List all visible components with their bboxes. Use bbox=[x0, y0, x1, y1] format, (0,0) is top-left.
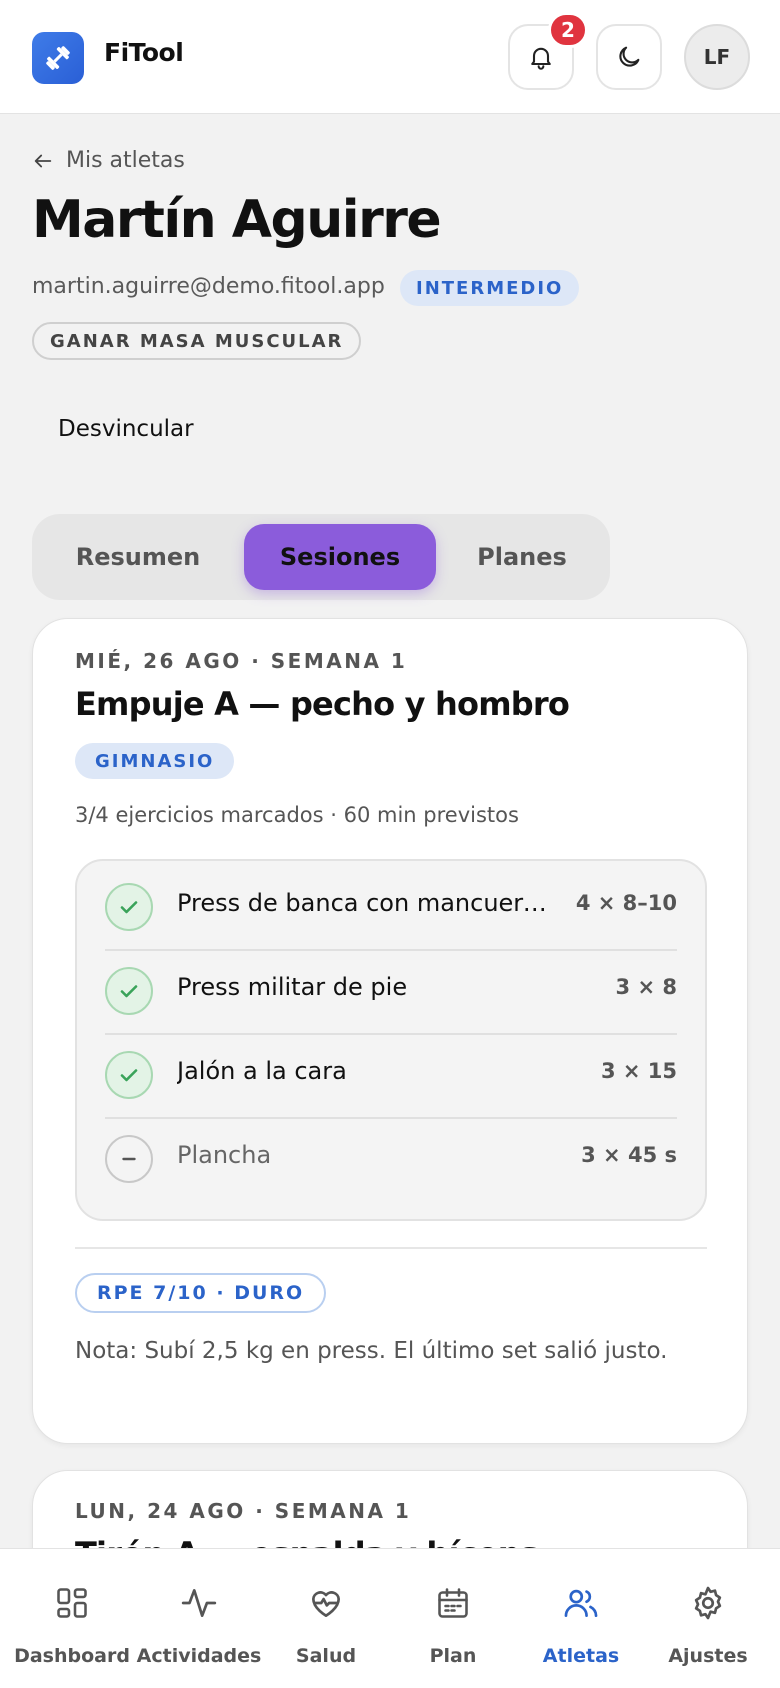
minus-icon[interactable] bbox=[105, 1135, 153, 1183]
session-title: Empuje A — pecho y hombro bbox=[75, 685, 570, 723]
exercise-list: Press de banca con mancuernas 4 × 8–10 P… bbox=[75, 859, 707, 1221]
exercise-row[interactable]: Plancha 3 × 45 s bbox=[105, 1113, 677, 1203]
rpe-badge: RPE 7/10 · DURO bbox=[75, 1273, 327, 1313]
app-logo[interactable] bbox=[32, 32, 84, 84]
session-meta: 3/4 ejercicios marcados · 60 min previst… bbox=[75, 803, 519, 827]
calendar-icon bbox=[433, 1583, 473, 1623]
goal-badge: GANAR MASA MUSCULAR bbox=[32, 322, 362, 360]
gear-icon bbox=[688, 1583, 728, 1623]
check-icon[interactable] bbox=[105, 967, 153, 1015]
exercise-name: Plancha bbox=[177, 1141, 272, 1169]
exercise-sets: 3 × 45 s bbox=[581, 1143, 677, 1167]
nav-item-actividades[interactable]: Actividades bbox=[134, 1549, 264, 1688]
arrow-left-icon bbox=[34, 154, 52, 167]
dashboard-icon bbox=[52, 1583, 92, 1623]
exercise-row[interactable]: Jalón a la cara 3 × 15 bbox=[105, 1029, 677, 1119]
theme-toggle-button[interactable] bbox=[596, 24, 662, 90]
exercise-row[interactable]: Press de banca con mancuernas 4 × 8–10 bbox=[105, 861, 677, 951]
card-divider bbox=[75, 1247, 707, 1249]
bell-icon bbox=[531, 47, 551, 70]
nav-item-atletas[interactable]: Atletas bbox=[516, 1549, 646, 1688]
exercise-sets: 3 × 15 bbox=[600, 1059, 677, 1083]
exercise-row[interactable]: Press militar de pie 3 × 8 bbox=[105, 945, 677, 1035]
level-badge: INTERMEDIO bbox=[400, 270, 580, 306]
session-type-badge: GIMNASIO bbox=[75, 743, 235, 779]
notification-count-badge: 2 bbox=[548, 12, 588, 48]
user-avatar[interactable]: LF bbox=[684, 24, 750, 90]
nav-label: Ajustes bbox=[668, 1645, 748, 1667]
back-link[interactable]: Mis atletas bbox=[32, 148, 185, 173]
check-icon[interactable] bbox=[105, 883, 153, 931]
session-date: MIÉ, 26 AGO · SEMANA 1 bbox=[75, 649, 408, 673]
exercise-sets: 4 × 8–10 bbox=[575, 891, 677, 915]
exercise-sets: 3 × 8 bbox=[615, 975, 677, 999]
tab-sesiones[interactable]: Sesiones bbox=[244, 524, 436, 590]
users-icon bbox=[561, 1583, 601, 1623]
unlink-button[interactable]: Desvincular bbox=[58, 416, 194, 442]
exercise-name: Press de banca con mancuernas bbox=[177, 889, 557, 917]
session-card[interactable]: MIÉ, 26 AGO · SEMANA 1 Empuje A — pecho … bbox=[32, 618, 748, 1444]
session-date: LUN, 24 AGO · SEMANA 1 bbox=[75, 1499, 412, 1523]
exercise-name: Press militar de pie bbox=[177, 973, 408, 1001]
exercise-name: Jalón a la cara bbox=[177, 1057, 347, 1085]
activity-icon bbox=[179, 1583, 219, 1623]
nav-item-dashboard[interactable]: Dashboard bbox=[7, 1549, 137, 1688]
page-title: Martín Aguirre bbox=[32, 190, 442, 250]
heart-pulse-icon bbox=[306, 1583, 346, 1623]
nav-item-salud[interactable]: Salud bbox=[261, 1549, 391, 1688]
tab-resumen[interactable]: Resumen bbox=[48, 524, 228, 590]
nav-item-plan[interactable]: Plan bbox=[388, 1549, 518, 1688]
top-bar: FiTool 2 LF bbox=[0, 0, 780, 114]
moon-icon bbox=[619, 46, 640, 67]
tab-bar: Resumen Sesiones Planes bbox=[32, 514, 610, 600]
session-note: Nota: Subí 2,5 kg en press. El último se… bbox=[75, 1338, 668, 1364]
app-name: FiTool bbox=[104, 38, 184, 67]
tab-planes[interactable]: Planes bbox=[442, 524, 602, 590]
dumbbell-icon bbox=[46, 46, 70, 70]
bottom-nav: Dashboard Actividades Salud Plan Atletas… bbox=[0, 1548, 780, 1688]
athlete-email: martin.aguirre@demo.fitool.app bbox=[32, 274, 385, 299]
check-icon[interactable] bbox=[105, 1051, 153, 1099]
nav-item-ajustes[interactable]: Ajustes bbox=[643, 1549, 773, 1688]
back-link-label: Mis atletas bbox=[66, 148, 185, 173]
